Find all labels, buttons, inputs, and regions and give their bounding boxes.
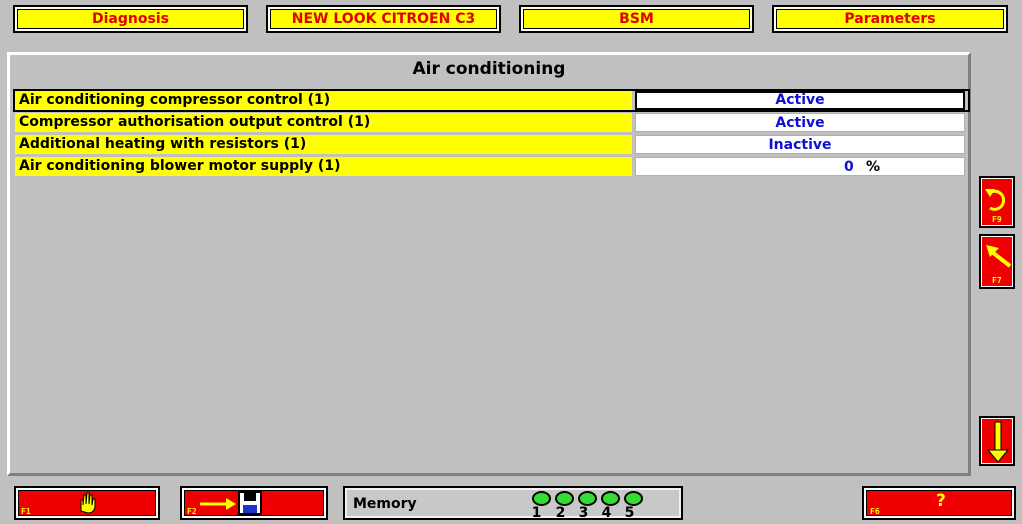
tab-label: Diagnosis — [92, 11, 169, 27]
memory-slot-number: 2 — [555, 505, 566, 521]
memory-slot-number: 4 — [601, 505, 612, 521]
row-value: Active — [635, 113, 965, 132]
tab-label: BSM — [619, 11, 654, 27]
table-row[interactable]: Air conditioning blower motor supply (1)… — [15, 157, 968, 176]
hand-icon — [80, 492, 96, 514]
tab-bsm[interactable]: BSM — [519, 5, 754, 33]
memory-slot-number: 3 — [578, 505, 589, 521]
memory-label: Memory — [353, 496, 417, 512]
refresh-icon — [985, 189, 1006, 211]
parameters-panel: Air conditioning Air conditioning compre… — [7, 52, 971, 476]
save-to-disk-icon — [200, 491, 262, 515]
refresh-button[interactable]: F9 — [979, 176, 1015, 228]
row-label: Air conditioning blower motor supply (1) — [15, 157, 632, 176]
memory-slot-led — [532, 491, 551, 506]
row-value: 0 % — [635, 157, 965, 176]
tab-label: Parameters — [844, 11, 936, 27]
memory-slot-led — [555, 491, 574, 506]
memory-slot-led — [624, 491, 643, 506]
f2-save-button[interactable]: F2 — [180, 486, 328, 520]
row-value: Inactive — [635, 135, 965, 154]
table-row[interactable]: Additional heating with resistors (1) In… — [15, 135, 968, 154]
row-value-unit: % — [866, 159, 881, 175]
row-label: Air conditioning compressor control (1) — [15, 91, 632, 110]
row-label: Additional heating with resistors (1) — [15, 135, 632, 154]
arrow-up-left-icon — [986, 245, 1012, 268]
memory-slot-number: 1 — [531, 505, 542, 521]
tab-label: NEW LOOK CITROEN C3 — [291, 11, 476, 27]
table-row[interactable]: Air conditioning compressor control (1) … — [13, 89, 970, 112]
row-label: Compressor authorisation output control … — [15, 113, 632, 132]
table-row[interactable]: Compressor authorisation output control … — [15, 113, 968, 132]
function-key-label: F2 — [187, 507, 197, 516]
row-value-number: 0 — [844, 159, 854, 175]
tab-diagnosis[interactable]: Diagnosis — [13, 5, 248, 33]
row-value: Active — [635, 91, 965, 110]
function-key-label: F6 — [870, 507, 880, 516]
arrow-down-icon — [986, 421, 1010, 463]
tab-parameters[interactable]: Parameters — [772, 5, 1008, 33]
back-button[interactable]: F7 — [979, 234, 1015, 289]
function-key-label: F1 — [21, 507, 31, 516]
memory-indicator: Memory 1 2 3 4 5 — [343, 486, 683, 521]
help-label: ? — [936, 491, 946, 511]
panel-title: Air conditioning — [412, 59, 566, 79]
memory-slot-led — [601, 491, 620, 506]
scroll-down-button[interactable] — [979, 416, 1015, 466]
f1-hand-button[interactable]: F1 — [14, 486, 160, 520]
function-key-label: F9 — [992, 215, 1002, 224]
tab-vehicle[interactable]: NEW LOOK CITROEN C3 — [266, 5, 501, 33]
memory-slot-number: 5 — [624, 505, 635, 521]
f6-help-button[interactable]: ? F6 — [862, 486, 1016, 520]
function-key-label: F7 — [992, 276, 1002, 285]
memory-slot-led — [578, 491, 597, 506]
